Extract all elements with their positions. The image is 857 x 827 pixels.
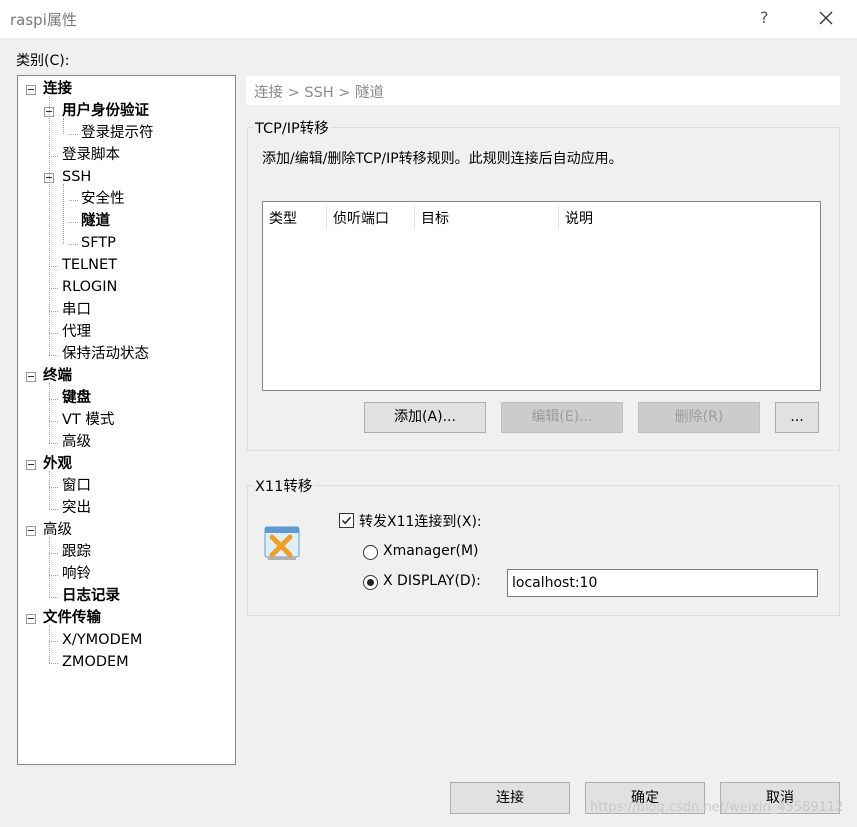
tree-item[interactable]: VT 模式: [62, 410, 114, 430]
title-bar: [0, 0, 857, 38]
tree-connector: [69, 200, 78, 201]
tree-item[interactable]: 响铃: [62, 564, 91, 584]
tree-item[interactable]: X/YMODEM: [62, 630, 142, 650]
column-separator[interactable]: [326, 205, 327, 229]
delete-button[interactable]: 删除(R): [638, 402, 760, 433]
edit-button[interactable]: 编辑(E)...: [501, 402, 623, 433]
tree-item[interactable]: 串口: [62, 300, 91, 320]
close-icon[interactable]: [812, 4, 840, 32]
category-tree[interactable]: 连接 用户身份验证 登录提示符 登录脚本 SSH 安全性 隧道 SFTP TELNET RLOGI…: [17, 75, 236, 765]
tree-item[interactable]: 连接: [43, 79, 72, 99]
forward-x11-checkbox[interactable]: [339, 513, 354, 528]
column-separator[interactable]: [414, 205, 415, 229]
tree-connector: [49, 156, 58, 157]
tree-connector: [49, 266, 58, 267]
column-separator[interactable]: [558, 205, 559, 229]
tree-item[interactable]: 安全性: [81, 189, 125, 209]
tree-item[interactable]: 代理: [62, 322, 91, 342]
tree-item[interactable]: 隧道: [81, 211, 110, 231]
tree-item[interactable]: 跟踪: [62, 542, 91, 562]
tcp-forward-legend: TCP/IP转移: [253, 117, 331, 138]
tree-connector: [49, 509, 58, 510]
tree-connector: [49, 575, 58, 576]
x-display-label[interactable]: X DISPLAY(D):: [383, 573, 481, 589]
add-button[interactable]: 添加(A)...: [364, 402, 486, 433]
tree-connector: [49, 399, 58, 400]
tree-item[interactable]: 登录提示符: [81, 123, 154, 143]
tree-connector: [49, 597, 58, 598]
window-title: raspi属性: [10, 11, 77, 29]
help-button[interactable]: ?: [760, 8, 769, 27]
tree-collapse-icon[interactable]: [26, 526, 36, 536]
xmanager-radio[interactable]: [363, 545, 378, 560]
tree-connector: [49, 443, 58, 444]
tree-item[interactable]: 外观: [43, 454, 72, 474]
breadcrumb-text: 连接 > SSH > 隧道: [254, 85, 385, 101]
tree-connector: [63, 184, 64, 245]
xmanager-icon: [262, 523, 302, 563]
tree-connector: [49, 553, 58, 554]
tree-item[interactable]: SSH: [62, 167, 91, 187]
tree-item[interactable]: 高级: [62, 432, 91, 452]
more-button[interactable]: ...: [775, 402, 819, 433]
tree-item[interactable]: 日志记录: [62, 586, 120, 606]
xmanager-label[interactable]: Xmanager(M): [383, 543, 479, 559]
forward-x11-label[interactable]: 转发X11连接到(X):: [359, 511, 482, 531]
tree-collapse-icon[interactable]: [26, 85, 36, 95]
tree-connector: [49, 96, 50, 355]
tree-connector: [49, 355, 58, 356]
tree-item[interactable]: 文件传输: [43, 608, 101, 628]
column-header-listen-port[interactable]: 侦听端口: [333, 208, 389, 228]
tree-connector: [63, 118, 64, 135]
tree-collapse-icon[interactable]: [26, 460, 36, 470]
tree-item[interactable]: 终端: [43, 366, 72, 386]
tree-item[interactable]: 保持活动状态: [62, 344, 149, 364]
tree-connector: [49, 421, 58, 422]
tree-connector: [69, 134, 78, 135]
tree-connector: [69, 222, 78, 223]
tree-item[interactable]: ZMODEM: [62, 652, 129, 672]
tree-collapse-icon[interactable]: [26, 372, 36, 382]
x11-forward-legend: X11转移: [253, 475, 315, 496]
x-display-radio[interactable]: [363, 575, 378, 590]
tree-connector: [49, 641, 58, 642]
tree-connector: [49, 288, 58, 289]
tree-connector: [49, 487, 58, 488]
category-label: 类别(C):: [16, 53, 70, 69]
tree-item[interactable]: 用户身份验证: [62, 101, 149, 121]
column-header-type[interactable]: 类型: [269, 208, 297, 228]
tree-connector: [49, 537, 50, 598]
tree-item[interactable]: SFTP: [81, 233, 116, 253]
tree-connector: [69, 244, 78, 245]
tree-item[interactable]: RLOGIN: [62, 277, 117, 297]
tree-item[interactable]: 突出: [62, 498, 91, 518]
tree-connector: [49, 333, 58, 334]
tree-item[interactable]: 高级: [43, 520, 72, 540]
tree-item[interactable]: 键盘: [62, 388, 91, 408]
watermark: https://blog.csdn.net/weixin_45589112: [590, 800, 844, 815]
tree-connector: [49, 382, 50, 443]
tree-collapse-icon[interactable]: [26, 614, 36, 624]
tree-connector: [49, 663, 58, 664]
tree-item[interactable]: 登录脚本: [62, 145, 120, 165]
connect-button[interactable]: 连接: [450, 782, 570, 814]
tree-connector: [49, 625, 50, 664]
breadcrumb: 连接 > SSH > 隧道: [246, 76, 840, 105]
tree-connector: [49, 311, 58, 312]
tree-item[interactable]: TELNET: [62, 255, 117, 275]
tree-connector: [49, 470, 50, 509]
tcp-forward-description: 添加/编辑/删除TCP/IP转移规则。此规则连接后自动应用。: [262, 151, 623, 167]
forward-rules-list[interactable]: 类型 侦听端口 目标 说明: [262, 201, 821, 391]
column-header-target[interactable]: 目标: [421, 208, 449, 228]
tree-item[interactable]: 窗口: [62, 476, 91, 496]
column-header-description[interactable]: 说明: [565, 208, 593, 228]
x-display-input[interactable]: [507, 569, 818, 597]
